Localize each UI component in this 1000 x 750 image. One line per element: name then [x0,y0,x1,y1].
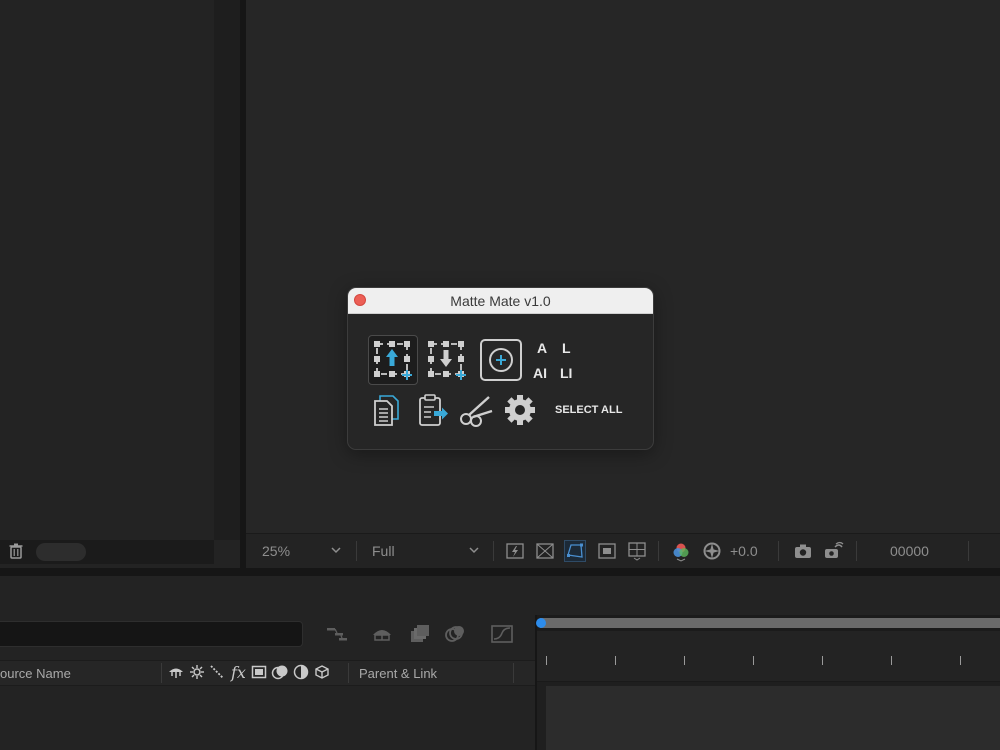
project-panel-footer [0,540,214,564]
copy-icon [374,395,399,426]
toolbar-separator [356,541,357,561]
ruler-tick [960,656,961,665]
add-circle-icon [480,339,522,381]
ruler-tick [753,656,754,665]
mask-view-icon[interactable] [564,540,586,562]
viewer-toolbar: 25% Full +0.0 00000 [246,533,1000,568]
camera-icon[interactable] [792,540,814,562]
mode-li-button[interactable]: LI [560,365,572,381]
ruler-tick [615,656,616,665]
download-mask-icon [428,341,466,380]
panel-splitter-horizontal[interactable] [0,568,1000,576]
chevron-down-icon[interactable] [468,543,480,562]
zoom-dropdown[interactable]: 25% [262,543,290,559]
ruler-tick [822,656,823,665]
column-separator [161,663,162,683]
track-lane[interactable] [546,686,1000,750]
quality-switch-icon[interactable] [209,664,225,685]
toolbar-separator [493,541,494,561]
playhead-handle[interactable] [536,618,546,628]
adjustment-layer-switch-icon[interactable] [293,664,309,685]
toolbar-separator [968,541,969,561]
motion-blur-icon[interactable] [443,623,467,650]
column-separator [513,663,514,683]
color-channel-icon[interactable] [670,540,692,562]
project-panel [0,0,214,540]
shy-layers-icon[interactable] [370,623,394,650]
layer-search-input[interactable] [0,621,303,647]
frame-blend-switch-icon[interactable] [251,664,267,685]
comp-flowchart-icon[interactable] [325,623,349,650]
gear-icon [505,395,535,425]
snapshot-icon[interactable] [822,540,844,562]
paste-icon [419,394,448,426]
parent-link-column[interactable]: Parent & Link [359,666,437,681]
project-panel-scroll-column [214,0,240,540]
download-mask-button[interactable] [423,336,469,382]
graph-editor-icon[interactable] [490,623,514,650]
layer-column-header [0,660,535,686]
add-mask-button[interactable] [478,336,524,382]
select-all-button[interactable]: SELECT ALL [555,404,622,416]
motion-blur-switch-icon[interactable] [271,663,289,686]
upload-mask-button[interactable] [368,335,418,385]
dialog-title-bar[interactable]: Matte Mate v1.0 [348,288,653,314]
toolbar-separator [856,541,857,561]
chevron-down-icon[interactable] [330,543,342,562]
timecode-display[interactable]: 00000 [890,543,929,559]
exposure-value[interactable]: +0.0 [730,543,758,559]
upload-mask-icon [374,341,412,380]
mode-l-button[interactable]: L [562,340,571,356]
shy-switch-icon[interactable] [168,664,184,685]
grid-icon[interactable] [626,540,648,562]
toolbar-separator [658,541,659,561]
scissors-icon [460,396,493,427]
fast-previews-icon[interactable] [504,540,526,562]
ruler-tick [684,656,685,665]
trash-icon[interactable] [6,541,26,561]
work-area-range[interactable] [540,618,1000,628]
frame-blending-icon[interactable] [407,623,431,650]
ruler-tick [546,656,547,665]
resolution-dropdown[interactable]: Full [372,543,395,559]
mode-a-button[interactable]: A [537,340,547,356]
column-separator [348,663,349,683]
settings-button[interactable] [503,393,537,427]
effects-switch-label[interactable]: fx [231,663,246,682]
ruler-tick [891,656,892,665]
composition-viewer [246,0,1000,533]
region-of-interest-icon[interactable] [596,540,618,562]
collapse-switch-icon[interactable] [189,664,205,685]
layer-list [0,686,535,750]
matte-mate-dialog: Matte Mate v1.0 A L AI LI SELECT ALL [347,287,654,450]
3d-layer-switch-icon[interactable] [314,664,330,685]
copy-button[interactable] [371,393,405,427]
transparency-grid-icon[interactable] [534,540,556,562]
dialog-title: Matte Mate v1.0 [450,293,551,309]
time-ruler[interactable] [537,631,1000,682]
exposure-icon[interactable] [701,540,723,562]
toolbar-separator [778,541,779,561]
project-bit-depth-pill[interactable] [36,543,86,561]
paste-button[interactable] [416,393,450,427]
mode-ai-button[interactable]: AI [533,365,547,381]
cut-button[interactable] [459,393,495,427]
source-name-column[interactable]: ource Name [0,666,71,681]
